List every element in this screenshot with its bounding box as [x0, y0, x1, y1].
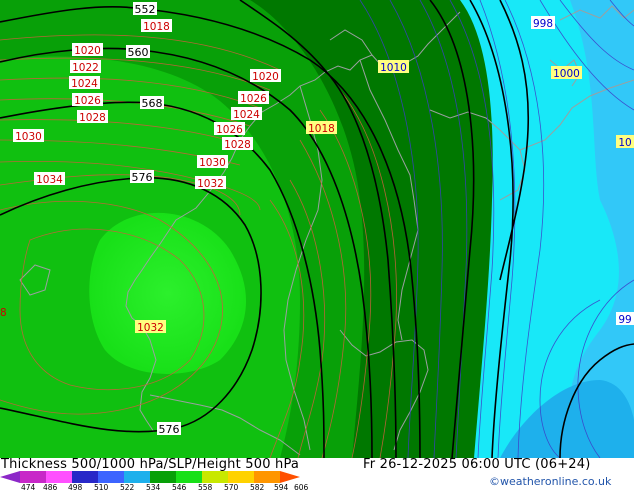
height-label: 568 — [140, 96, 164, 110]
scale-segment — [202, 471, 228, 483]
svg-text:1032: 1032 — [197, 178, 224, 190]
scale-tick: 582 — [250, 483, 265, 492]
scale-tick: 534 — [146, 483, 161, 492]
svg-text:998: 998 — [533, 18, 553, 30]
scale-tick: 510 — [94, 483, 109, 492]
scale-arrow-left — [0, 471, 20, 483]
weather-map: 552 560 568 576 576 1018 1020 1022 1024 … — [0, 0, 634, 458]
scale-segment — [72, 471, 98, 483]
scale-segment — [150, 471, 176, 483]
svg-text:576: 576 — [132, 171, 153, 184]
svg-text:1032: 1032 — [137, 322, 164, 334]
svg-text:1020: 1020 — [252, 71, 279, 83]
height-label: 576 — [157, 422, 181, 436]
svg-text:552: 552 — [135, 3, 156, 16]
svg-text:1024: 1024 — [233, 109, 260, 121]
svg-text:1010: 1010 — [380, 62, 407, 74]
height-label: 576 — [130, 170, 154, 184]
pressure-label: 1018 — [306, 121, 337, 135]
scale-tick: 606 — [294, 483, 309, 492]
scale-segment — [46, 471, 72, 483]
pressure-label-edge: 8 — [0, 307, 7, 319]
svg-text:1026: 1026 — [74, 95, 101, 107]
pressure-label: 1022 — [70, 60, 101, 74]
pressure-label: 1026 — [238, 91, 269, 105]
svg-text:576: 576 — [159, 423, 180, 436]
svg-text:99: 99 — [618, 314, 631, 326]
scale-tick: 570 — [224, 483, 239, 492]
credit-link[interactable]: ©weatheronline.co.uk — [489, 475, 611, 488]
scale-tick: 546 — [172, 483, 187, 492]
pressure-label: 1024 — [231, 107, 262, 121]
height-label: 560 — [126, 45, 150, 59]
pressure-label: 1030 — [197, 155, 228, 169]
svg-text:1022: 1022 — [72, 62, 99, 74]
pressure-label: 1032 — [195, 176, 226, 190]
pressure-label: 10 — [616, 135, 634, 149]
pressure-label: 1018 — [141, 19, 172, 33]
pressure-label: 1032 — [135, 320, 166, 334]
svg-text:10: 10 — [618, 137, 631, 149]
pressure-label: 1030 — [13, 129, 44, 143]
scale-tick: 594 — [274, 483, 289, 492]
pressure-label: 1020 — [250, 69, 281, 83]
svg-text:1030: 1030 — [199, 157, 226, 169]
pressure-label: 1000 — [551, 66, 582, 80]
svg-text:560: 560 — [128, 46, 149, 59]
svg-text:1026: 1026 — [240, 93, 267, 105]
svg-text:1028: 1028 — [79, 112, 106, 124]
scale-segment — [20, 471, 46, 483]
scale-tick: 522 — [120, 483, 135, 492]
pressure-label: 99 — [616, 312, 634, 326]
pressure-label: 1028 — [222, 137, 253, 151]
pressure-label: 1010 — [378, 60, 409, 74]
pressure-label: 1026 — [72, 93, 103, 107]
scale-tick: 498 — [68, 483, 83, 492]
svg-text:1030: 1030 — [15, 131, 42, 143]
pressure-label: 1034 — [34, 172, 65, 186]
svg-text:1000: 1000 — [553, 68, 580, 80]
scale-arrow-right — [280, 471, 300, 483]
footer: Thickness 500/1000 hPa/SLP/Height 500 hP… — [0, 457, 634, 492]
pressure-label: 1026 — [214, 122, 245, 136]
scale-segment — [124, 471, 150, 483]
svg-text:1018: 1018 — [143, 21, 170, 33]
pressure-label: 1024 — [69, 76, 100, 90]
scale-tick: 474 — [21, 483, 36, 492]
map-title: Thickness 500/1000 hPa/SLP/Height 500 hP… — [1, 457, 300, 472]
svg-text:568: 568 — [142, 97, 163, 110]
svg-text:1020: 1020 — [74, 45, 101, 57]
scale-segment — [176, 471, 202, 483]
svg-text:1026: 1026 — [216, 124, 243, 136]
scale-tick: 486 — [43, 483, 58, 492]
scale-segment — [254, 471, 280, 483]
pressure-label: 1028 — [77, 110, 108, 124]
svg-text:1018: 1018 — [308, 123, 335, 135]
scale-tick: 558 — [198, 483, 213, 492]
scale-segment — [228, 471, 254, 483]
pressure-label: 998 — [531, 16, 555, 30]
valid-datetime: Fr 26-12-2025 06:00 UTC (06+24) — [363, 457, 591, 472]
svg-text:1034: 1034 — [36, 174, 63, 186]
svg-text:1028: 1028 — [224, 139, 251, 151]
height-label: 552 — [133, 2, 157, 16]
svg-text:1024: 1024 — [71, 78, 98, 90]
scale-segment — [98, 471, 124, 483]
pressure-label: 1020 — [72, 43, 103, 57]
